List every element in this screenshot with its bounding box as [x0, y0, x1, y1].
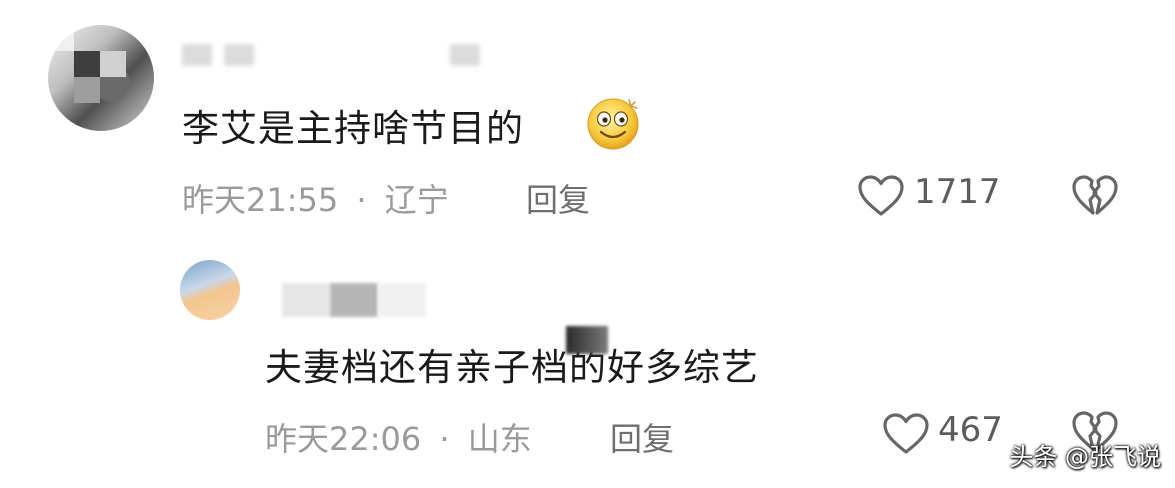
reply-like-count: 467 — [938, 410, 1003, 450]
commenter-avatar[interactable] — [48, 25, 154, 131]
comment-timestamp: 昨天21:55 · 辽宁 — [182, 181, 449, 219]
watermark: 头条 @张飞说 — [1009, 443, 1161, 471]
reply-button[interactable]: 回复 — [526, 175, 590, 221]
commenter-username-blurred[interactable] — [182, 44, 482, 70]
heart-like-icon[interactable] — [882, 412, 930, 456]
reply-button[interactable]: 回复 — [610, 414, 674, 460]
reply-location: 山东 — [467, 420, 532, 458]
reply-timestamp: 昨天22:06 · 山东 — [265, 420, 532, 458]
blurred-mosaic — [566, 326, 608, 354]
reply-comment-text: 夫妻档还有亲子档的好多综艺 — [265, 346, 759, 389]
comment-location: 辽宁 — [384, 181, 449, 219]
replier-avatar[interactable] — [180, 260, 240, 320]
smiling-face-emoji-icon — [587, 98, 639, 150]
like-count: 1717 — [914, 172, 1001, 212]
broken-heart-dislike-icon[interactable] — [1071, 174, 1119, 218]
heart-like-icon[interactable] — [857, 174, 905, 218]
replier-username-blurred[interactable] — [282, 283, 426, 319]
comment-text: 李艾是主持啥节目的 — [182, 107, 524, 150]
